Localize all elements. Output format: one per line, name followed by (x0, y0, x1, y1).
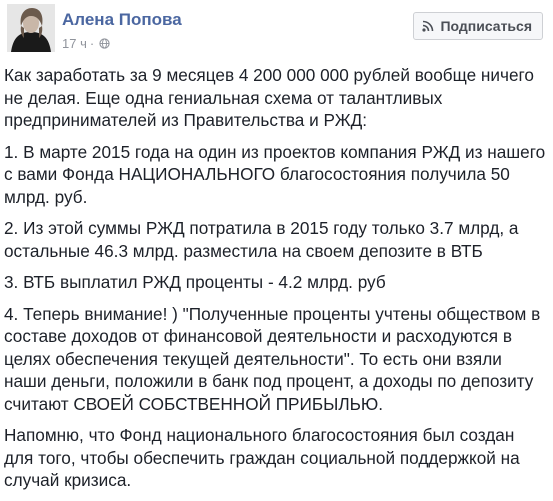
post-paragraph: Как заработать за 9 месяцев 4 200 000 00… (4, 65, 534, 130)
avatar-photo (7, 4, 55, 52)
post-paragraph: 4. Теперь внимание! ) "Полученные процен… (4, 303, 541, 414)
post-paragraph: 3. ВТБ выплатил РЖД проценты - 4.2 млрд.… (4, 272, 386, 292)
post-timestamp[interactable]: 17 ч (62, 36, 87, 51)
subscribe-button[interactable]: Подписаться (413, 12, 543, 40)
avatar[interactable] (7, 4, 55, 52)
post-header: Алена Попова 17 ч · Подписаться (7, 4, 547, 56)
facebook-post: Алена Попова 17 ч · Подписаться Как зара… (0, 0, 553, 490)
post-meta: 17 ч · (62, 36, 110, 51)
subscribe-label: Подписаться (440, 18, 532, 34)
post-paragraph: 1. В марте 2015 года на один из проектов… (4, 141, 546, 207)
post-paragraph: 2. Из этой суммы РЖД потратила в 2015 го… (4, 218, 519, 261)
post-body: Как заработать за 9 месяцев 4 200 000 00… (4, 64, 548, 501)
rss-icon (422, 20, 434, 32)
globe-icon[interactable] (99, 38, 110, 49)
meta-separator: · (89, 36, 95, 51)
post-paragraph: Напомню, что Фонд национального благосос… (4, 425, 520, 490)
author-name-link[interactable]: Алена Попова (62, 10, 182, 30)
